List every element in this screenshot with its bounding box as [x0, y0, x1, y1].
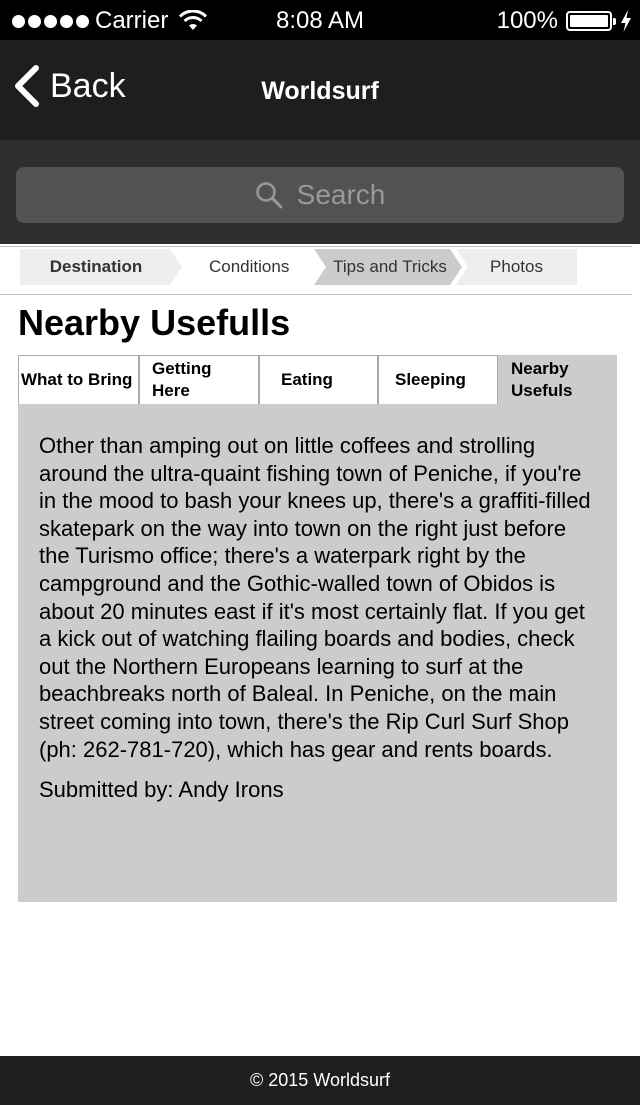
submitted-by: Submitted by: Andy Irons — [39, 777, 284, 803]
tab-label: Eating — [281, 370, 333, 389]
battery-icon — [566, 11, 616, 31]
battery-percent: 100% — [496, 7, 558, 34]
tab-getting-here[interactable]: Getting Here — [139, 355, 259, 405]
step-breadcrumb: Destination Conditions Tips and Tricks P… — [20, 249, 577, 285]
tab-label: Sleeping — [395, 370, 466, 389]
tab-sleeping[interactable]: Sleeping — [378, 355, 498, 405]
battery-fill — [570, 15, 608, 27]
footer: © 2015 Worldsurf — [0, 1056, 640, 1105]
step-label: Conditions — [209, 257, 290, 276]
tab-label: Nearby Usefuls — [511, 359, 573, 400]
step-destination[interactable]: Destination — [20, 249, 182, 285]
charging-bolt-icon — [621, 10, 631, 32]
divider — [0, 246, 632, 247]
divider — [0, 294, 632, 295]
tab-label: Getting Here — [152, 359, 212, 400]
search-bar: Search — [0, 140, 640, 244]
content-body: Other than amping out on little coffees … — [39, 433, 591, 762]
content-panel: Other than amping out on little coffees … — [18, 404, 617, 902]
section-tabs: What to Bring Getting Here Eating Sleepi… — [18, 355, 618, 405]
status-right: 100% — [497, 7, 632, 35]
step-label: Tips and Tricks — [333, 257, 447, 276]
step-label: Destination — [49, 257, 143, 276]
status-bar: Carrier 8:08 AM 100% — [0, 0, 640, 40]
tab-nearby-usefuls[interactable]: Nearby Usefuls — [498, 355, 617, 405]
nav-bar: Back Worldsurf — [0, 40, 640, 140]
step-tips-and-tricks[interactable]: Tips and Tricks — [314, 249, 462, 285]
copyright-text: © 2015 Worldsurf — [250, 1070, 390, 1090]
page-title: Nearby Usefulls — [18, 302, 291, 343]
tab-what-to-bring[interactable]: What to Bring — [18, 355, 139, 405]
search-placeholder: Search — [296, 179, 386, 210]
step-label: Photos — [490, 257, 543, 276]
step-conditions[interactable]: Conditions — [172, 249, 324, 285]
tab-label: What to Bring — [21, 370, 133, 389]
step-photos[interactable]: Photos — [456, 249, 577, 285]
search-icon — [255, 182, 283, 209]
app-title: Worldsurf — [261, 77, 379, 105]
search-input[interactable]: Search — [16, 167, 624, 223]
tab-eating[interactable]: Eating — [259, 355, 378, 405]
